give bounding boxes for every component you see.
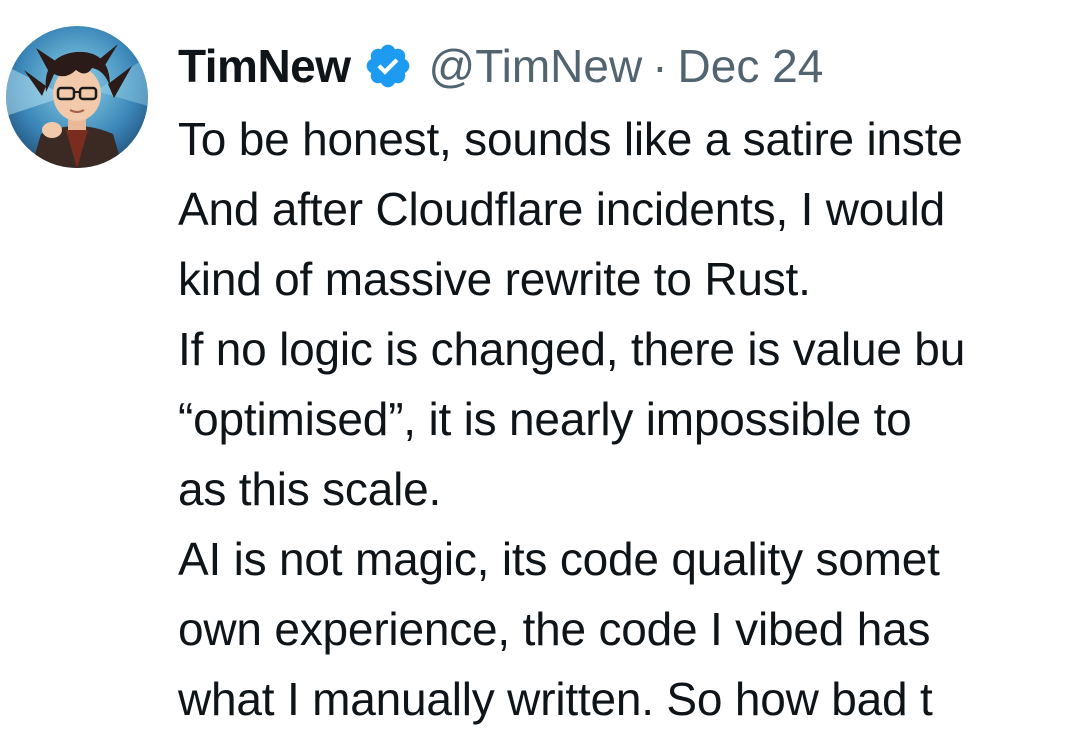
tweet-text-line: kind of massive rewrite to Rust. bbox=[178, 253, 811, 305]
tweet-text-line: AI is not magic, its code quality somet bbox=[178, 533, 940, 585]
tweet-text-line: And after Cloudflare incidents, I would bbox=[178, 183, 945, 235]
tweet-header: TimNew @TimNew · Dec 24 bbox=[178, 34, 823, 98]
tweet-text-line: To be honest, sounds like a satire inste bbox=[178, 113, 963, 165]
avatar[interactable] bbox=[6, 26, 148, 168]
separator-dot: · bbox=[652, 40, 668, 92]
tweet-text-line: what I manually written. So how bad t bbox=[178, 673, 933, 725]
tweet-text-line: own experience, the code I vibed has bbox=[178, 603, 931, 655]
tweet-text-line: If no logic is changed, there is value b… bbox=[178, 323, 966, 375]
tweet-date[interactable]: Dec 24 bbox=[678, 34, 824, 98]
tweet-body: To be honest, sounds like a satire inste… bbox=[178, 104, 1080, 734]
author-display-name[interactable]: TimNew bbox=[178, 34, 351, 98]
tweet-text-line: as this scale. bbox=[178, 463, 442, 515]
verified-badge-icon bbox=[363, 41, 413, 91]
author-handle[interactable]: @TimNew bbox=[429, 34, 643, 98]
tweet-text-line: “optimised”, it is nearly impossible to bbox=[178, 393, 912, 445]
anime-character-avatar-icon bbox=[6, 26, 148, 168]
